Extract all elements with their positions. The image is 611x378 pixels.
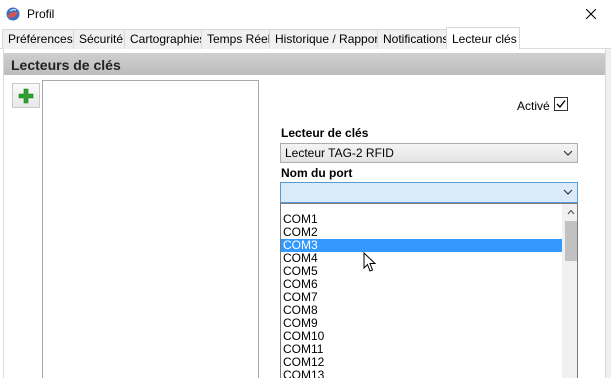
- tab-cartographies[interactable]: Cartographies: [124, 29, 205, 49]
- chevron-up-icon: [567, 209, 575, 215]
- active-checkbox[interactable]: [554, 97, 568, 111]
- mouse-cursor-icon: [363, 252, 377, 272]
- reader-list[interactable]: [42, 80, 259, 378]
- port-dropdown-list[interactable]: COM1 COM2 COM3 COM4 COM5 COM6 COM7 COM8 …: [280, 203, 578, 378]
- port-option[interactable]: COM6: [281, 278, 563, 291]
- close-icon: [586, 9, 596, 19]
- tab-securite[interactable]: Sécurité: [73, 29, 125, 49]
- checkmark-icon: [556, 100, 566, 109]
- chevron-down-icon: [563, 189, 573, 195]
- section-title: Lecteurs de clés: [11, 57, 121, 73]
- active-label: Activé: [517, 99, 550, 113]
- reader-label: Lecteur de clés: [281, 126, 369, 140]
- port-option[interactable]: COM5: [281, 265, 563, 278]
- tab-historique-rapport[interactable]: Historique / Rapport: [269, 29, 382, 49]
- tab-notifications[interactable]: Notifications: [377, 29, 448, 49]
- app-icon: [5, 6, 21, 22]
- dropdown-scrollbar[interactable]: [562, 204, 577, 378]
- reader-select[interactable]: Lecteur TAG-2 RFID: [280, 143, 578, 163]
- port-option-selected[interactable]: COM3: [281, 239, 563, 252]
- scrollbar-thumb[interactable]: [565, 221, 577, 261]
- tab-lecteur-cles[interactable]: Lecteur clés: [446, 27, 520, 50]
- key-readers-panel: Lecteurs de clés Activé Lecteur de clés …: [4, 49, 605, 378]
- chevron-down-icon: [563, 150, 573, 156]
- window-title: Profil: [27, 7, 55, 21]
- section-header: Lecteurs de clés: [4, 53, 605, 75]
- right-edge: [605, 49, 611, 378]
- port-option[interactable]: COM2: [281, 226, 563, 239]
- port-option[interactable]: COM8: [281, 304, 563, 317]
- title-bar: Profil: [0, 0, 611, 28]
- add-reader-button[interactable]: [12, 83, 40, 108]
- port-option[interactable]: COM13: [281, 369, 563, 378]
- tab-temps-reel[interactable]: Temps Réel: [201, 29, 270, 49]
- tab-preferences[interactable]: Préférences: [2, 29, 74, 49]
- reader-select-value: Lecteur TAG-2 RFID: [285, 146, 394, 160]
- port-label: Nom du port: [281, 166, 353, 180]
- scroll-up-button[interactable]: [563, 204, 577, 220]
- green-plus-icon: [18, 88, 34, 103]
- port-option[interactable]: COM10: [281, 330, 563, 343]
- port-option[interactable]: COM1: [281, 213, 563, 226]
- port-option[interactable]: COM7: [281, 291, 563, 304]
- port-option[interactable]: COM4: [281, 252, 563, 265]
- close-button[interactable]: [578, 3, 604, 25]
- port-select[interactable]: [280, 182, 578, 203]
- tab-strip: Préférences Sécurité Cartographies Temps…: [0, 27, 611, 50]
